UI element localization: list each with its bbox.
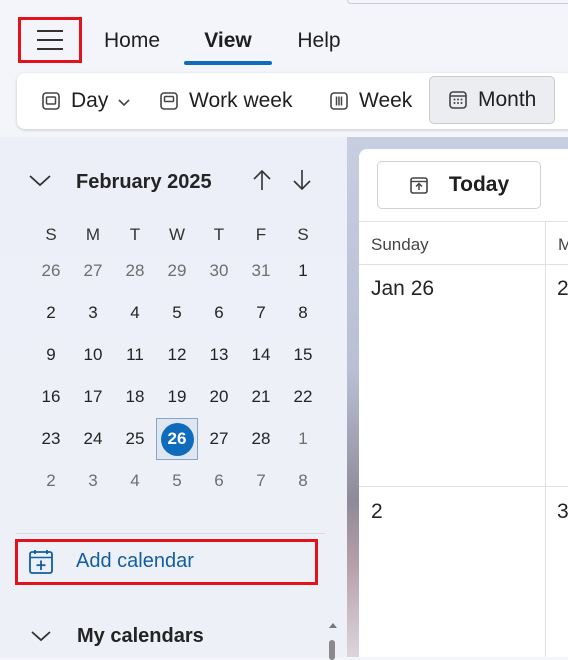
mini-calendar-day[interactable]: 3 <box>72 460 114 502</box>
mini-calendar-selected-day[interactable]: 26 <box>156 418 198 460</box>
tab-view[interactable]: View <box>184 23 272 65</box>
mini-calendar-day[interactable]: 5 <box>156 460 198 502</box>
month-view-icon <box>448 90 468 110</box>
work-week-label: Work week <box>189 89 293 112</box>
mini-calendar-day[interactable]: 1 <box>282 250 324 292</box>
day-view-icon <box>41 91 61 111</box>
calendar-panel <box>359 149 568 657</box>
mini-calendar-day[interactable]: 4 <box>114 460 156 502</box>
mini-calendar-day[interactable]: 23 <box>30 418 72 460</box>
top-strip <box>0 0 568 14</box>
mini-calendar-day[interactable]: 6 <box>198 460 240 502</box>
mini-calendar-day[interactable]: 3 <box>72 292 114 334</box>
today-label: Today <box>448 173 510 196</box>
mini-calendar-day[interactable]: 6 <box>198 292 240 334</box>
chevron-down-icon[interactable] <box>118 89 130 113</box>
collapse-chevron-icon[interactable] <box>28 172 52 193</box>
my-calendars-chevron-icon[interactable] <box>30 629 52 648</box>
grid-line <box>545 221 546 657</box>
day-view-label: Day <box>71 89 109 112</box>
mini-calendar-day[interactable]: 8 <box>282 460 324 502</box>
grid-line <box>359 486 568 487</box>
month-day-cell-label[interactable]: 3 <box>557 500 568 524</box>
mini-calendar-day[interactable]: 13 <box>198 334 240 376</box>
week-view-button[interactable]: Week <box>329 73 412 129</box>
tab-home[interactable]: Home <box>100 23 164 59</box>
mini-calendar-day[interactable]: 28 <box>240 418 282 460</box>
mini-calendar-day[interactable]: 27 <box>198 418 240 460</box>
mini-calendar-day[interactable]: 28 <box>114 250 156 292</box>
mini-calendar-day[interactable]: 24 <box>72 418 114 460</box>
grid-line <box>359 221 568 222</box>
today-button[interactable]: Today <box>377 161 541 209</box>
grid-line <box>359 264 568 265</box>
mini-calendar-day[interactable]: 17 <box>72 376 114 418</box>
mini-calendar-day[interactable]: 8 <box>282 292 324 334</box>
mini-calendar-day[interactable]: 21 <box>240 376 282 418</box>
mini-calendar-day[interactable]: 2 <box>30 292 72 334</box>
work-week-icon <box>159 91 179 111</box>
day-view-button[interactable]: Day <box>41 73 130 129</box>
column-header-monday: M <box>558 235 568 254</box>
mini-calendar-day[interactable]: 22 <box>282 376 324 418</box>
mini-calendar-day[interactable]: 29 <box>156 250 198 292</box>
week-view-icon <box>329 91 349 111</box>
month-view-button[interactable]: Month <box>429 76 556 124</box>
mini-calendar-day[interactable]: 19 <box>156 376 198 418</box>
next-month-arrow-icon[interactable] <box>292 168 312 197</box>
mini-calendar-day[interactable]: 20 <box>198 376 240 418</box>
mini-calendar-day[interactable]: 5 <box>156 292 198 334</box>
mini-calendar-day[interactable]: 14 <box>240 334 282 376</box>
window-edge <box>347 0 568 4</box>
tab-row: Home View Help <box>16 15 568 65</box>
my-calendars-header[interactable]: My calendars <box>77 625 204 648</box>
mini-calendar-day[interactable]: 27 <box>72 250 114 292</box>
mini-calendar-day[interactable]: 18 <box>114 376 156 418</box>
sidebar-scrollbar-thumb[interactable] <box>329 640 335 660</box>
mini-calendar-day[interactable]: 7 <box>240 292 282 334</box>
tab-help[interactable]: Help <box>292 23 346 59</box>
mini-calendar-day[interactable]: 12 <box>156 334 198 376</box>
add-calendar-label: Add calendar <box>76 550 194 572</box>
mini-calendar-day[interactable]: 7 <box>240 460 282 502</box>
mini-calendar-day[interactable]: 9 <box>30 334 72 376</box>
scroll-up-arrow-icon[interactable] <box>328 616 338 634</box>
today-icon <box>409 175 429 195</box>
mini-calendar-day[interactable]: 16 <box>30 376 72 418</box>
previous-month-arrow-icon[interactable] <box>252 168 272 197</box>
month-view-label: Month <box>478 88 537 111</box>
mini-calendar-day[interactable]: 25 <box>114 418 156 460</box>
work-week-view-button[interactable]: Work week <box>159 73 292 129</box>
add-calendar-icon <box>28 549 54 580</box>
mini-calendar-day[interactable]: 31 <box>240 250 282 292</box>
mini-calendar-day[interactable]: 26 <box>30 250 72 292</box>
mini-calendar-day[interactable]: 30 <box>198 250 240 292</box>
month-day-cell-label[interactable]: 2 <box>557 277 568 301</box>
mini-calendar-day[interactable]: 15 <box>282 334 324 376</box>
column-header-sunday: Sunday <box>371 235 429 254</box>
mini-calendar-day[interactable]: 2 <box>30 460 72 502</box>
mini-calendar-day[interactable]: 10 <box>72 334 114 376</box>
month-day-cell-label[interactable]: Jan 26 <box>371 277 434 301</box>
hamburger-menu-button[interactable] <box>18 17 82 63</box>
month-day-cell-label[interactable]: 2 <box>371 500 383 524</box>
hamburger-icon <box>37 30 63 50</box>
mini-calendar-day[interactable]: 4 <box>114 292 156 334</box>
mini-calendar-day[interactable]: 11 <box>114 334 156 376</box>
week-view-label: Week <box>359 89 413 112</box>
mini-calendar-day[interactable]: 1 <box>282 418 324 460</box>
mini-calendar-title: February 2025 <box>76 171 212 193</box>
selected-day-number: 26 <box>160 422 194 456</box>
ribbon-toolbar: Day Work week Week Month <box>17 73 568 129</box>
sidebar-divider <box>16 533 325 534</box>
